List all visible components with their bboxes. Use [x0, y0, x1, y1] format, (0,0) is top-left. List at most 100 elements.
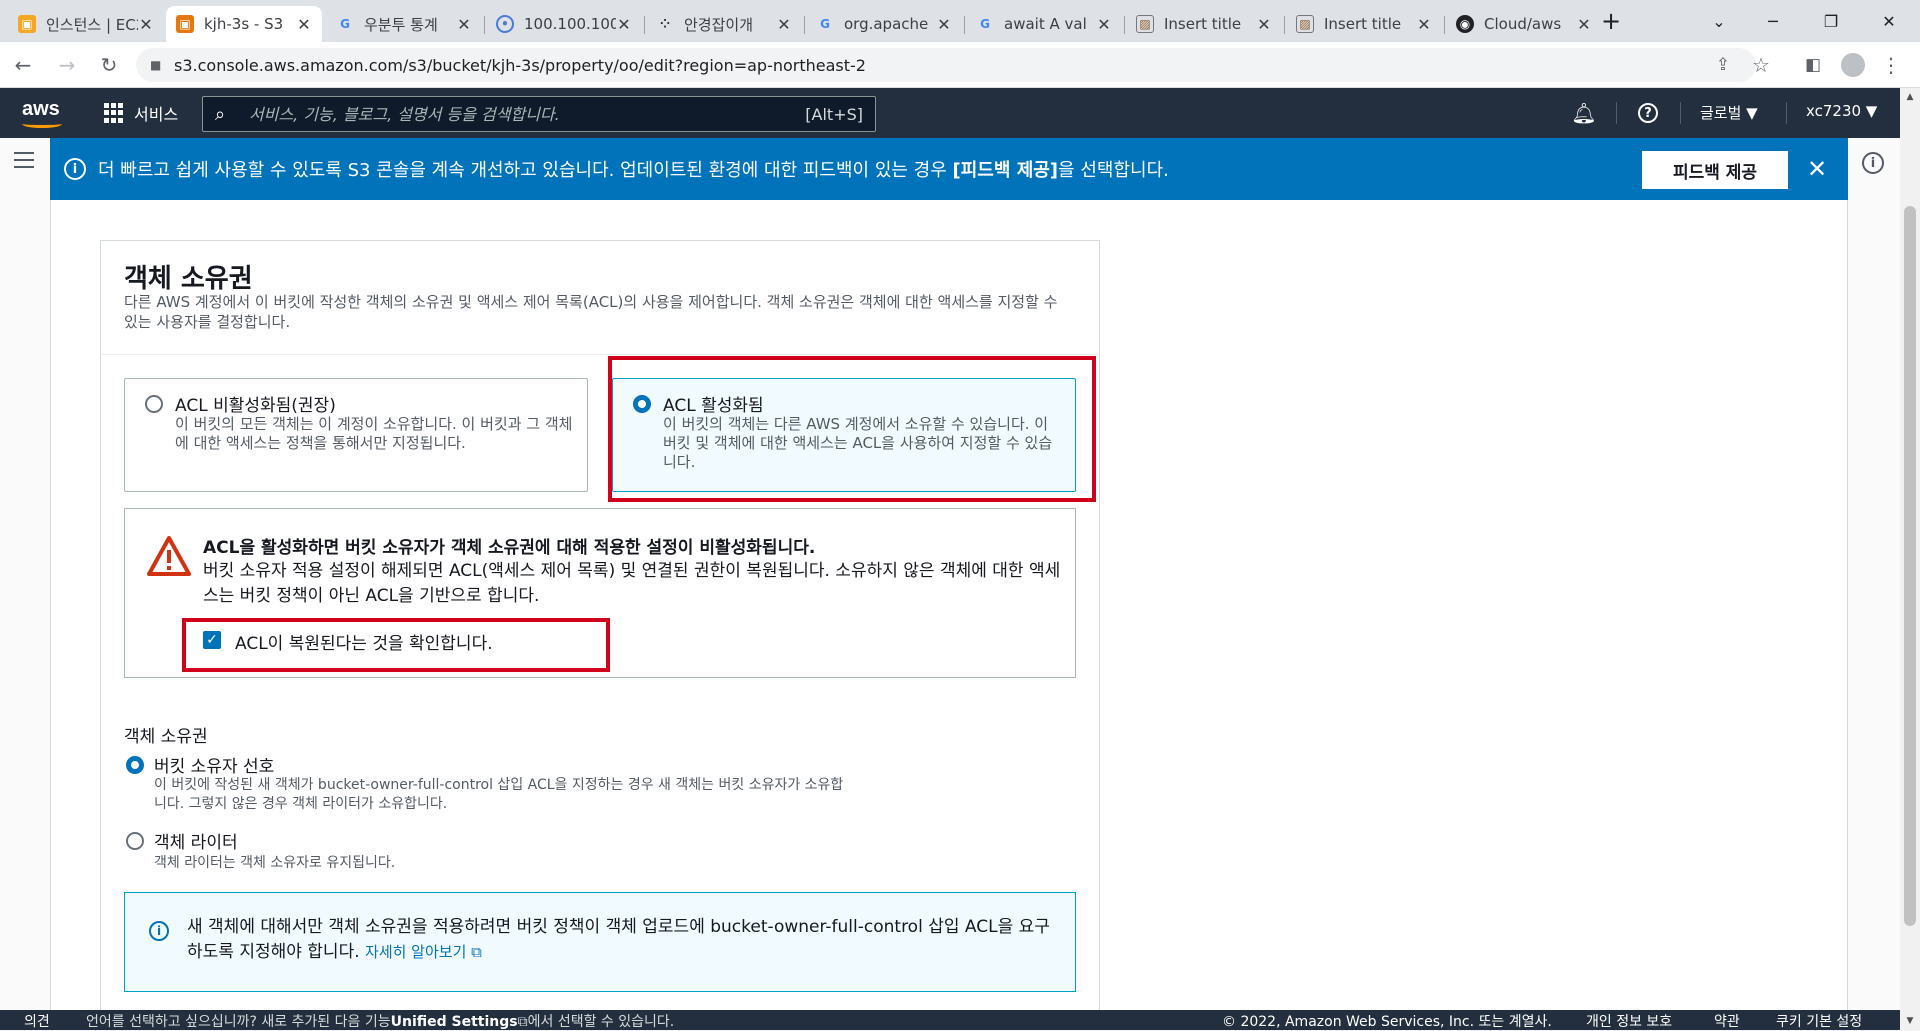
close-tab-icon[interactable]: ✕: [776, 15, 792, 34]
side-panel-icon[interactable]: ◧: [1798, 50, 1828, 80]
aws-logo[interactable]: aws: [22, 98, 64, 128]
provide-feedback-button[interactable]: 피드백 제공: [1642, 151, 1788, 189]
object-writer-option[interactable]: 객체 라이터 객체 라이터는 객체 소유자로 유지됩니다.: [124, 828, 844, 874]
aws-box-icon: ▣: [18, 15, 36, 33]
tab-title: Cloud/aws: [1484, 15, 1562, 33]
info-icon: i: [64, 158, 86, 180]
close-icon[interactable]: ✕: [1802, 154, 1832, 184]
info-alert-text: 새 객체에 대해서만 객체 소유권을 적용하려면 버킷 정책이 객체 업로드에 …: [187, 915, 1057, 965]
language-notice-text: 언어를 선택하고 싶으십니까? 새로 추가된 다음 기능: [86, 1014, 391, 1030]
privacy-link[interactable]: 개인 정보 보호: [1586, 1011, 1672, 1031]
aws-search-input[interactable]: [247, 103, 806, 125]
browser-tab[interactable]: G 우분투 통계 ✕: [326, 6, 482, 42]
acl-disabled-description: 이 버킷의 모든 객체는 이 계정이 소유합니다. 이 버킷과 그 객체에 대한…: [175, 415, 573, 452]
banner-text: 더 빠르고 쉽게 사용할 수 있도록 S3 콘솔을 계속 개선하고 있습니다. …: [98, 156, 1169, 182]
feedback-banner: i 더 빠르고 쉽게 사용할 수 있도록 S3 콘솔을 계속 개선하고 있습니다…: [50, 138, 1848, 200]
forward-icon[interactable]: →: [52, 50, 82, 80]
warning-icon: [147, 536, 191, 576]
scroll-thumb[interactable]: [1904, 206, 1916, 926]
browser-toolbar: ← → ↻ ■ s3.console.aws.amazon.com/s3/buc…: [0, 42, 1920, 88]
learn-more-link[interactable]: 자세히 알아보기 ⧉: [365, 943, 482, 961]
left-nav-strip: [0, 138, 50, 1010]
info-alert: i 새 객체에 대해서만 객체 소유권을 적용하려면 버킷 정책이 객체 업로드…: [124, 892, 1076, 992]
language-notice-text: 에서 선택할 수 있습니다.: [527, 1014, 675, 1030]
image-icon: ▨: [1296, 15, 1314, 33]
bucket-owner-preferred-option[interactable]: 버킷 소유자 선호 이 버킷에 작성된 새 객체가 bucket-owner-f…: [124, 752, 844, 816]
browser-tab-active[interactable]: ▣ kjh-3s - S3 ✕: [166, 6, 322, 42]
google-icon: G: [820, 17, 830, 31]
external-link-icon: ⧉: [471, 943, 482, 961]
tab-title: Insert title: [1164, 15, 1242, 33]
close-tab-icon[interactable]: ✕: [1416, 15, 1432, 34]
tab-search-icon[interactable]: ⌄: [1696, 6, 1742, 36]
unified-settings-link[interactable]: Unified Settings: [391, 1014, 518, 1030]
acl-disabled-radio[interactable]: [145, 395, 163, 413]
scroll-up-icon[interactable]: ▲: [1900, 88, 1920, 106]
acl-disabled-tile[interactable]: ACL 비활성화됨(권장) 이 버킷의 모든 객체는 이 계정이 소유합니다. …: [124, 378, 588, 492]
browser-tab[interactable]: G await A val ✕: [966, 6, 1122, 42]
window-close-icon[interactable]: ✕: [1866, 6, 1912, 36]
bucket-owner-preferred-title: 버킷 소유자 선호: [154, 757, 275, 777]
browser-tab[interactable]: ◉ Cloud/aws ✕: [1446, 6, 1602, 42]
restore-icon[interactable]: ❐: [1808, 6, 1854, 36]
acl-disabled-title: ACL 비활성화됨(권장): [175, 396, 336, 416]
cookie-preferences-link[interactable]: 쿠키 기본 설정: [1776, 1011, 1862, 1031]
feedback-link[interactable]: 의견: [24, 1011, 50, 1031]
ownership-field-label: 객체 소유권: [124, 727, 208, 747]
back-icon[interactable]: ←: [8, 50, 38, 80]
copyright: © 2022, Amazon Web Services, Inc. 또는 계열사…: [1222, 1014, 1552, 1030]
learn-more-label: 자세히 알아보기: [365, 943, 467, 961]
nav-divider: [1680, 102, 1681, 124]
tab-title: Insert title: [1324, 15, 1402, 33]
profile-avatar-icon[interactable]: [1838, 50, 1868, 80]
browser-tab[interactable]: G org.apache ✕: [806, 6, 962, 42]
account-menu[interactable]: xc7230 ▼: [1806, 102, 1877, 120]
warning-title: ACL을 활성화하면 버킷 소유자가 객체 소유권에 대해 적용한 설정이 비활…: [203, 538, 816, 558]
help-icon[interactable]: ?: [1634, 100, 1662, 126]
share-icon[interactable]: ⇪: [1708, 50, 1738, 80]
hamburger-menu-icon[interactable]: [14, 152, 34, 173]
google-icon: G: [980, 17, 990, 31]
page-scrollbar[interactable]: ▲ ▼: [1900, 88, 1920, 1030]
address-bar[interactable]: ■ s3.console.aws.amazon.com/s3/bucket/kj…: [136, 48, 1756, 82]
close-tab-icon[interactable]: ✕: [616, 15, 632, 34]
browser-tab[interactable]: ▨ Insert title ✕: [1126, 6, 1282, 42]
tab-title: 100.100.100: [524, 15, 616, 33]
close-tab-icon[interactable]: ✕: [456, 15, 472, 34]
object-writer-radio[interactable]: [126, 832, 144, 850]
tab-title: org.apache: [844, 15, 929, 33]
minimize-icon[interactable]: ─: [1750, 6, 1796, 36]
close-tab-icon[interactable]: ✕: [1096, 15, 1112, 34]
region-selector[interactable]: 글로벌 ▼: [1700, 102, 1758, 123]
notifications-bell-icon[interactable]: 🔔︎: [1570, 100, 1598, 126]
aws-logo-text: aws: [22, 98, 60, 120]
info-panel-icon[interactable]: i: [1862, 152, 1884, 174]
external-link-icon: ⧉: [517, 1014, 528, 1030]
bookmark-star-icon[interactable]: ☆: [1746, 50, 1776, 80]
close-tab-icon[interactable]: ✕: [296, 15, 312, 34]
scroll-down-icon[interactable]: ▼: [1900, 1012, 1920, 1030]
services-label: 서비스: [134, 105, 179, 124]
close-tab-icon[interactable]: ✕: [1256, 15, 1272, 34]
bucket-owner-preferred-radio[interactable]: [126, 756, 144, 774]
browser-menu-icon[interactable]: ⋮: [1876, 50, 1906, 80]
browser-tab[interactable]: ⁘ 안경잡이개 ✕: [646, 6, 802, 42]
nav-divider: [1786, 102, 1787, 124]
terms-link[interactable]: 약관: [1714, 1011, 1740, 1031]
url-text: s3.console.aws.amazon.com/s3/bucket/kjh-…: [174, 55, 866, 75]
browser-tab[interactable]: ▣ 인스턴스 | EC2 ✕: [8, 6, 164, 42]
browser-tab[interactable]: ▨ Insert title ✕: [1286, 6, 1442, 42]
info-icon: i: [149, 921, 169, 941]
services-menu-button[interactable]: 서비스: [104, 100, 178, 126]
tab-title: 인스턴스 | EC2: [46, 15, 138, 34]
reload-icon[interactable]: ↻: [94, 50, 124, 80]
new-tab-button[interactable]: +: [1588, 6, 1634, 36]
aws-smile-icon: [22, 120, 62, 128]
browser-tab[interactable]: • 100.100.100 ✕: [486, 6, 642, 42]
banner-text-part: 을 선택합니다.: [1058, 160, 1169, 181]
close-tab-icon[interactable]: ✕: [936, 15, 952, 34]
search-icon: ⌕: [215, 103, 226, 125]
image-icon: ▨: [1136, 15, 1154, 33]
aws-search-bar[interactable]: ⌕ [Alt+S]: [202, 96, 876, 132]
close-tab-icon[interactable]: ✕: [138, 15, 154, 34]
